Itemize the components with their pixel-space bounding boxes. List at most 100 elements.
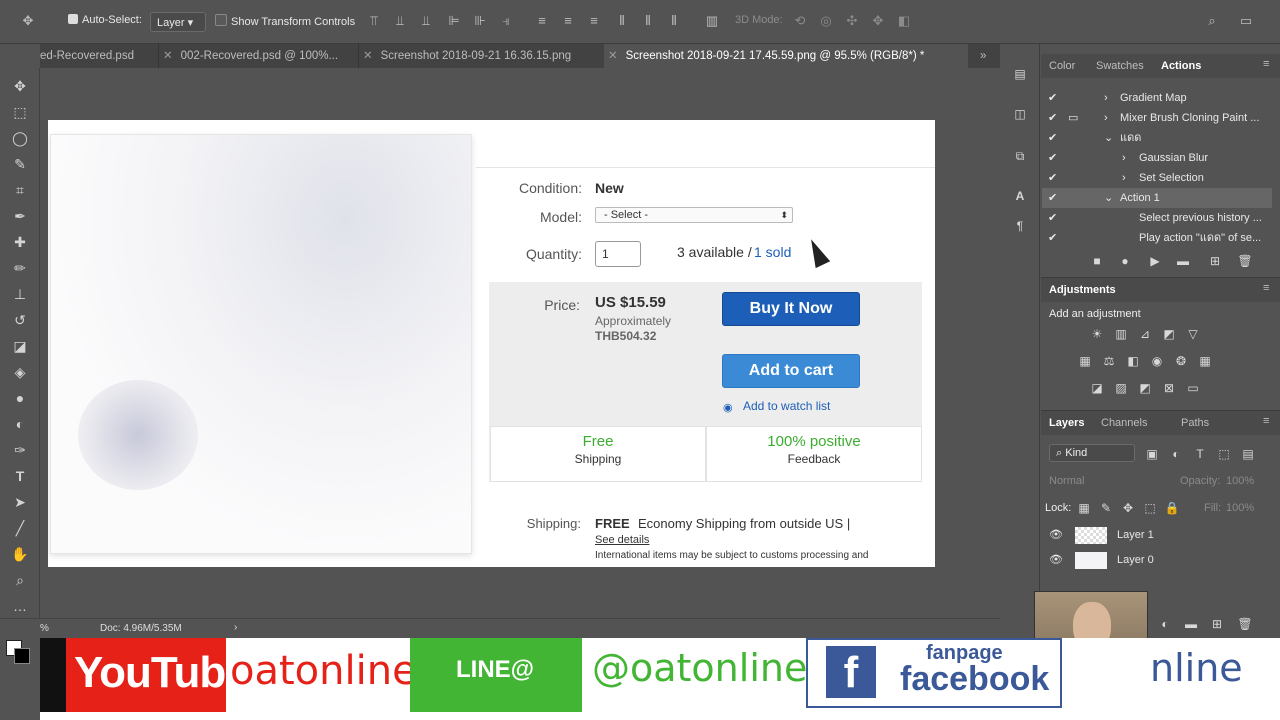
distribute-left-icon[interactable]: ⦀ (614, 13, 630, 29)
color-balance-icon[interactable]: ⚖ (1101, 353, 1117, 369)
align-bottom-icon[interactable]: ⫫ (418, 13, 434, 29)
type-tool-icon[interactable]: T (10, 466, 30, 486)
marquee-tool-icon[interactable]: ⬚ (10, 102, 30, 122)
align-top-icon[interactable]: ⫪ (366, 13, 382, 29)
new-set-icon[interactable]: ▬ (1175, 253, 1191, 269)
see-details-link[interactable]: See details (595, 534, 649, 546)
action-row[interactable]: ✔ › Gaussian Blur (1042, 148, 1272, 168)
eraser-tool-icon[interactable]: ◪ (10, 336, 30, 356)
more-tools-icon[interactable]: … (10, 596, 30, 616)
trash-icon[interactable]: 🗑 (1237, 616, 1253, 632)
new-action-icon[interactable]: ⊞ (1207, 253, 1223, 269)
lock-artboard-icon[interactable]: ⬚ (1142, 500, 1158, 516)
chevron-down-icon[interactable]: ⌄ (1104, 128, 1113, 148)
check-icon[interactable]: ✔ (1048, 228, 1057, 248)
model-select[interactable]: - Select - ⬍ (595, 207, 793, 223)
dialog-toggle-icon[interactable]: ▭ (1068, 108, 1078, 128)
tab-doc-1[interactable]: ed-Recovered.psd (40, 44, 158, 68)
adjustment-layer-icon[interactable]: ◐ (1157, 616, 1173, 632)
watch-list-link[interactable]: Add to watch list (743, 399, 830, 413)
chevron-down-icon[interactable]: ⌄ (1104, 188, 1113, 208)
search-icon[interactable]: ⌕ (1204, 13, 1220, 29)
check-icon[interactable]: ✔ (1048, 188, 1057, 208)
action-row[interactable]: ✔ › Set Selection (1042, 168, 1272, 188)
vibrance-icon[interactable]: ▽ (1185, 326, 1201, 342)
auto-select-checkbox[interactable]: Auto-Select: (68, 14, 142, 26)
selective-color-icon[interactable]: ⊠ (1161, 380, 1177, 396)
paragraph-icon[interactable]: ¶ (1012, 218, 1028, 234)
layer-row[interactable]: 👁 Layer 1 (1041, 523, 1280, 548)
line-tool-icon[interactable]: ╱ (10, 518, 30, 538)
check-icon[interactable]: ✔ (1048, 88, 1057, 108)
trash-icon[interactable]: 🗑 (1237, 253, 1253, 269)
eye-icon[interactable]: 👁 (1049, 548, 1063, 573)
document-canvas[interactable]: Condition: New Model: - Select - ⬍ Quanti… (48, 120, 935, 567)
tab-actions[interactable]: Actions (1161, 60, 1201, 72)
filter-shape-icon[interactable]: ⬚ (1216, 446, 1232, 462)
fill-value[interactable]: 100% (1226, 502, 1254, 514)
filter-adjustment-icon[interactable]: ◐ (1168, 446, 1184, 462)
eyedropper-tool-icon[interactable]: ✒ (10, 206, 30, 226)
stamp-tool-icon[interactable]: ⊥ (10, 284, 30, 304)
brightness-icon[interactable]: ☀ (1089, 326, 1105, 342)
eye-icon[interactable]: 👁 (1049, 523, 1063, 548)
filter-pixel-icon[interactable]: ▣ (1144, 446, 1160, 462)
tab-channels[interactable]: Channels (1101, 417, 1147, 429)
invert-icon[interactable]: ◪ (1089, 380, 1105, 396)
check-icon[interactable]: ✔ (1048, 168, 1057, 188)
channel-mixer-icon[interactable]: ❂ (1173, 353, 1189, 369)
brush-settings-icon[interactable]: ⧉ (1012, 148, 1028, 164)
check-icon[interactable]: ✔ (1048, 208, 1057, 228)
zoom-level[interactable]: % (40, 623, 49, 634)
tab-layers[interactable]: Layers (1049, 417, 1084, 429)
panel-menu-icon[interactable]: ≡ (1263, 282, 1269, 294)
distribute-hcenter-icon[interactable]: ⦀ (640, 13, 656, 29)
record-icon[interactable]: ● (1117, 253, 1133, 269)
black-white-icon[interactable]: ◧ (1125, 353, 1141, 369)
new-group-icon[interactable]: ▬ (1183, 616, 1199, 632)
tab-color[interactable]: Color (1049, 60, 1075, 72)
gradient-map-icon[interactable]: ▭ (1185, 380, 1201, 396)
lasso-tool-icon[interactable]: ◯ (10, 128, 30, 148)
close-icon[interactable]: ✕ (163, 50, 173, 62)
panel-menu-icon[interactable]: ≡ (1263, 58, 1269, 70)
pen-tool-icon[interactable]: ✑ (10, 440, 30, 460)
buy-it-now-button[interactable]: Buy It Now (722, 292, 860, 326)
lock-pixels-icon[interactable]: ✎ (1098, 500, 1114, 516)
photo-filter-icon[interactable]: ◉ (1149, 353, 1165, 369)
action-row-selected[interactable]: ✔ ⌄ Action 1 (1042, 188, 1272, 208)
panel-menu-icon[interactable]: ≡ (1263, 415, 1269, 427)
tab-doc-active[interactable]: ✕ Screenshot 2018-09-21 17.45.59.png @ 95… (604, 44, 968, 68)
play-icon[interactable]: ▶ (1147, 253, 1163, 269)
action-row[interactable]: ✔ Play action "แดด" of se... (1042, 228, 1272, 248)
add-to-cart-button[interactable]: Add to cart (722, 354, 860, 388)
move-tool-icon[interactable]: ✥ (10, 76, 30, 96)
chevron-right-icon[interactable]: › (1122, 148, 1126, 168)
align-hcenter-icon[interactable]: ⊪ (472, 13, 488, 29)
lock-transparent-icon[interactable]: ▦ (1076, 500, 1092, 516)
properties-icon[interactable]: ◫ (1012, 106, 1028, 122)
align-left-icon[interactable]: ⊫ (446, 13, 462, 29)
history-brush-tool-icon[interactable]: ↺ (10, 310, 30, 330)
filter-smart-icon[interactable]: ▤ (1240, 446, 1256, 462)
close-icon[interactable]: ✕ (608, 50, 618, 62)
distribute-bottom-icon[interactable]: ≡ (586, 13, 602, 29)
auto-align-icon[interactable]: ▥ (704, 13, 720, 29)
color-lookup-icon[interactable]: ▦ (1197, 353, 1213, 369)
action-row[interactable]: ✔ ⌄ แดด (1042, 128, 1272, 148)
workspace-icon[interactable]: ▭ (1238, 13, 1254, 29)
align-right-icon[interactable]: ⫣ (498, 13, 514, 29)
action-row[interactable]: ✔ › Gradient Map (1042, 88, 1272, 108)
exposure-icon[interactable]: ◩ (1161, 326, 1177, 342)
check-icon[interactable]: ✔ (1048, 128, 1057, 148)
lock-position-icon[interactable]: ✥ (1120, 500, 1136, 516)
curves-icon[interactable]: ⊿ (1137, 326, 1153, 342)
layer-row[interactable]: 👁 Layer 0 (1041, 548, 1280, 573)
new-layer-icon[interactable]: ⊞ (1209, 616, 1225, 632)
character-icon[interactable]: A (1012, 188, 1028, 204)
paint-bucket-tool-icon[interactable]: ◈ (10, 362, 30, 382)
align-vcenter-icon[interactable]: ⫫ (392, 13, 408, 29)
layer-kind-filter[interactable]: ⌕ Kind (1049, 444, 1135, 462)
check-icon[interactable]: ✔ (1048, 148, 1057, 168)
path-select-tool-icon[interactable]: ➤ (10, 492, 30, 512)
